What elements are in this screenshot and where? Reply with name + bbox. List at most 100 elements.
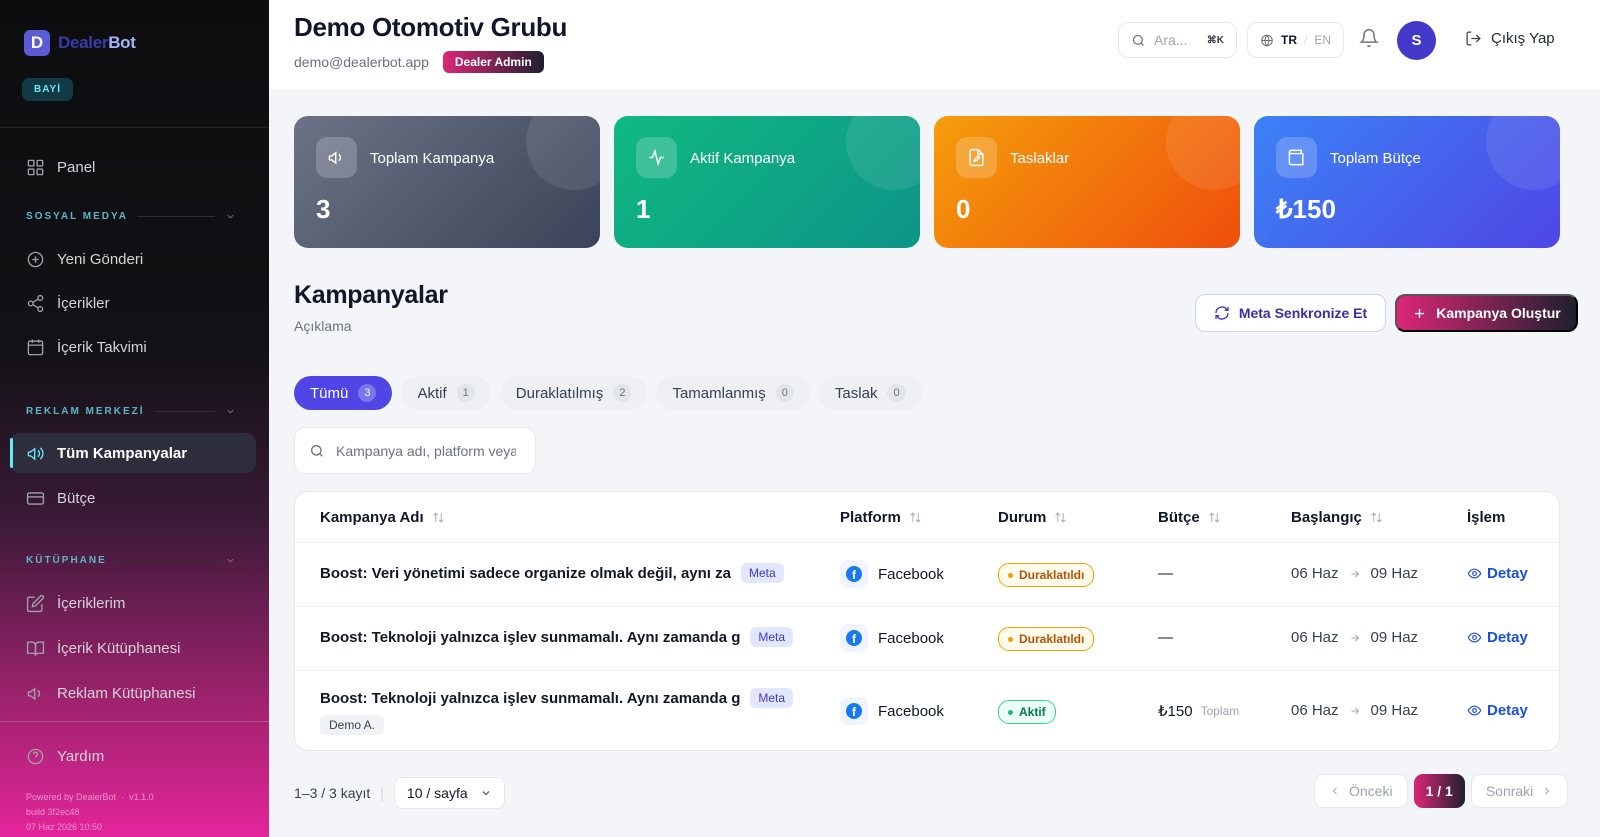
meta-badge: Meta: [740, 563, 784, 583]
tab-label: Taslak: [834, 384, 878, 402]
prev-page-button[interactable]: Önceki: [1314, 774, 1408, 808]
lang-tr[interactable]: TR: [1281, 33, 1297, 47]
column-header-action: İşlem: [1467, 509, 1505, 526]
stat-card-active-campaigns: Aktif Kampanya 1: [614, 116, 920, 248]
global-search[interactable]: Ara... ⌘K: [1118, 22, 1237, 58]
activity-icon: [636, 137, 677, 178]
eye-icon: [1467, 705, 1482, 716]
section-ad-center[interactable]: REKLAM MERKEZİ: [26, 406, 236, 417]
next-page-button[interactable]: Sonraki: [1470, 774, 1569, 808]
campaign-name[interactable]: Boost: Teknoloji yalnızca işlev sunmamal…: [320, 690, 740, 707]
sort-icon: [432, 512, 444, 523]
section-library[interactable]: KÜTÜPHANE: [26, 555, 236, 566]
stat-label: Toplam Bütçe: [1330, 150, 1421, 167]
tab-count: 2: [613, 384, 632, 402]
column-header-budget[interactable]: Bütçe: [1158, 509, 1221, 526]
detail-link[interactable]: Detay: [1467, 565, 1528, 582]
sidebar-item-all-campaigns[interactable]: Tüm Kampanyalar: [10, 433, 256, 473]
sidebar: D DealerBot BAYİ Panel SOSYAL MEDYA Yeni…: [0, 0, 269, 837]
campaign-name[interactable]: Boost: Veri yönetimi sadece organize olm…: [320, 565, 731, 582]
tab-paused[interactable]: Duraklatılmış 2: [499, 376, 648, 410]
column-label: Durum: [998, 509, 1047, 526]
sidebar-item-budget[interactable]: Bütçe: [10, 478, 256, 518]
sort-icon: [1371, 512, 1382, 523]
column-header-start[interactable]: Başlangıç: [1291, 509, 1383, 526]
stat-value: 0: [956, 194, 971, 224]
button-label: Kampanya Oluştur: [1436, 305, 1561, 321]
column-header-status[interactable]: Durum: [998, 509, 1067, 526]
tab-draft[interactable]: Taslak 0: [818, 376, 922, 410]
detail-label: Detay: [1487, 702, 1528, 719]
campaign-name[interactable]: Boost: Teknoloji yalnızca işlev sunmamal…: [320, 629, 740, 646]
next-label: Sonraki: [1485, 783, 1534, 799]
calendar-icon: [27, 339, 44, 355]
date-range: 06 Haz 09 Haz: [1291, 702, 1418, 719]
logout-button[interactable]: Çıkış Yap: [1465, 30, 1555, 47]
sidebar-item-ad-library[interactable]: Reklam Kütüphanesi: [10, 673, 256, 713]
table-row[interactable]: Boost: Veri yönetimi sadece organize olm…: [295, 543, 1559, 607]
globe-icon: [1261, 34, 1273, 46]
sidebar-item-label: İçerik Kütüphanesi: [57, 639, 181, 657]
role-badge: BAYİ: [22, 78, 73, 101]
refresh-icon: [1215, 306, 1229, 320]
arrow-right-icon: [1351, 634, 1359, 641]
tab-completed[interactable]: Tamamlanmış 0: [656, 376, 810, 410]
stat-card-total-campaigns: Toplam Kampanya 3: [294, 116, 600, 248]
page-size-select[interactable]: 10 / sayfa: [393, 777, 505, 809]
campaign-search: [294, 427, 536, 474]
column-label: Kampanya Adı: [320, 509, 424, 526]
sidebar-item-content-library[interactable]: İçerik Kütüphanesi: [10, 628, 256, 668]
notifications-button[interactable]: [1359, 28, 1379, 48]
chevron-right-icon: [1545, 787, 1550, 795]
user-avatar[interactable]: S: [1397, 21, 1436, 60]
column-header-platform[interactable]: Platform: [840, 509, 922, 526]
sidebar-item-help[interactable]: Yardım: [10, 736, 256, 776]
account-info: demo@dealerbot.app Dealer Admin: [294, 51, 544, 73]
date-range: 06 Haz 09 Haz: [1291, 629, 1418, 646]
tab-all[interactable]: Tümü 3: [294, 376, 393, 410]
sidebar-item-contents[interactable]: İçerikler: [10, 283, 256, 323]
language-switcher[interactable]: TR / EN: [1247, 22, 1344, 58]
sidebar-item-new-post[interactable]: Yeni Gönderi: [10, 239, 256, 279]
create-campaign-button[interactable]: Kampanya Oluştur: [1395, 294, 1578, 332]
arrow-right-icon: [1351, 707, 1359, 714]
meta-sync-button[interactable]: Meta Senkronize Et: [1195, 294, 1386, 332]
button-label: Meta Senkronize Et: [1238, 305, 1368, 321]
detail-link[interactable]: Detay: [1467, 629, 1528, 646]
megaphone-icon: [27, 446, 44, 460]
grid-icon: [27, 159, 44, 175]
campaigns-table: Kampanya Adı Platform Durum Bütçe Başlan…: [294, 491, 1560, 751]
search-icon: [311, 444, 323, 457]
logout-label: Çıkış Yap: [1491, 30, 1555, 47]
section-social-media[interactable]: SOSYAL MEDYA: [26, 211, 236, 222]
campaign-search-input[interactable]: [336, 442, 516, 459]
megaphone-icon: [27, 686, 41, 700]
megaphone-icon: [316, 137, 357, 178]
sidebar-item-panel[interactable]: Panel: [10, 147, 256, 187]
dealer-badge: Demo A.: [320, 715, 385, 735]
status-badge: Duraklatıldı: [998, 627, 1095, 651]
status-badge: Duraklatıldı: [998, 563, 1095, 587]
brand-name: DealerBot: [58, 33, 136, 52]
start-date: 06 Haz: [1291, 565, 1339, 582]
edit-icon: [26, 594, 45, 612]
brand-logo[interactable]: D DealerBot: [24, 30, 136, 56]
build-hash: build 3f2ec48: [26, 807, 80, 817]
detail-link[interactable]: Detay: [1467, 702, 1528, 719]
sidebar-item-calendar[interactable]: İçerik Takvimi: [10, 327, 256, 367]
share-icon: [27, 294, 44, 312]
table-row[interactable]: Boost: Teknoloji yalnızca işlev sunmamal…: [295, 671, 1559, 750]
campaign-name-cell: Boost: Teknoloji yalnızca işlev sunmamal…: [320, 688, 794, 708]
bell-icon: [1359, 28, 1379, 48]
platform-cell: f Facebook: [840, 624, 944, 652]
file-edit-icon: [956, 137, 997, 178]
tab-active[interactable]: Aktif 1: [401, 376, 491, 410]
chevron-down-icon: [227, 409, 234, 414]
sidebar-item-my-contents[interactable]: İçeriklerim: [10, 583, 256, 623]
lang-en[interactable]: EN: [1314, 33, 1331, 47]
stat-card-total-budget: Toplam Bütçe ₺150: [1254, 116, 1560, 248]
top-header: Demo Otomotiv Grubu demo@dealerbot.app D…: [269, 0, 1600, 91]
table-row[interactable]: Boost: Teknoloji yalnızca işlev sunmamal…: [295, 607, 1559, 671]
column-header-name[interactable]: Kampanya Adı: [320, 509, 445, 526]
stat-label: Toplam Kampanya: [370, 150, 495, 167]
